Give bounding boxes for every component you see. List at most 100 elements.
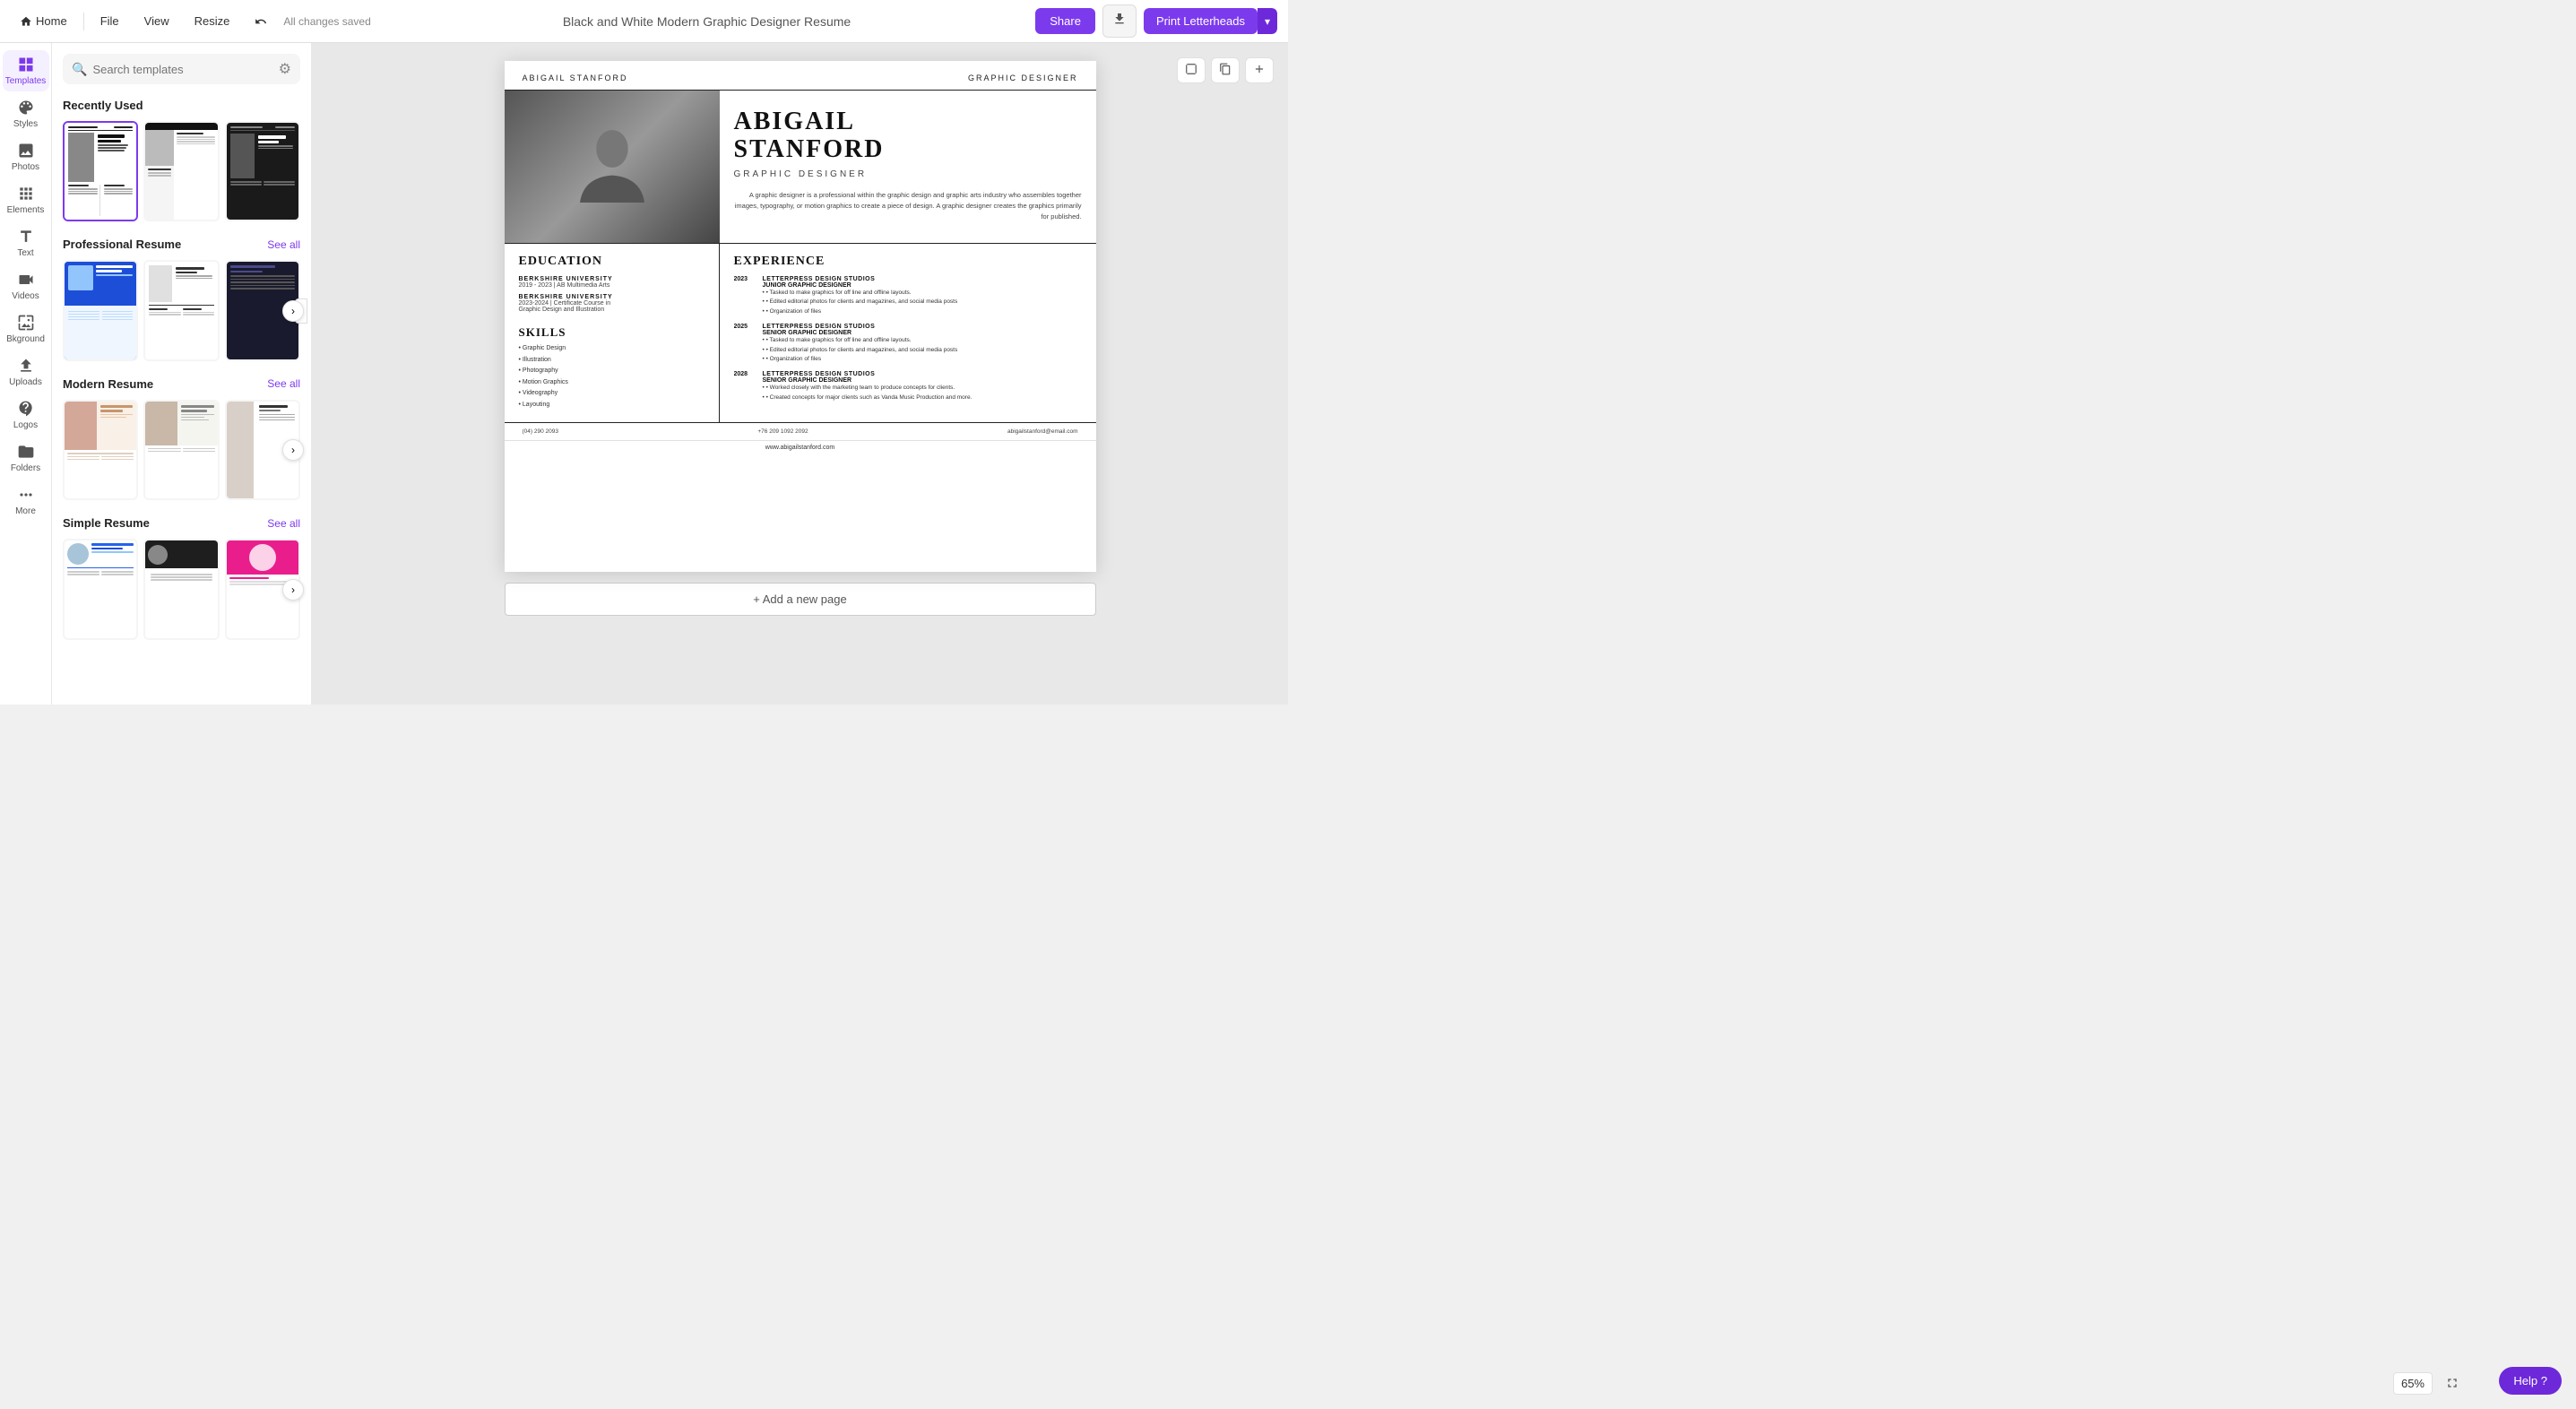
resume-name-section: ABIGAIL STANFORD GRAPHIC DESIGNER A grap…: [720, 91, 1096, 243]
uploads-icon: [17, 357, 35, 375]
undo-button[interactable]: [246, 11, 276, 32]
template-card-helene[interactable]: [63, 539, 138, 639]
sidebar-item-templates[interactable]: Templates: [3, 50, 49, 91]
modern-resume-see-all[interactable]: See all: [267, 377, 300, 390]
template-card-morgan[interactable]: [143, 539, 219, 639]
template-card-marlena[interactable]: [63, 400, 138, 500]
canvas-add-btn[interactable]: [1245, 57, 1274, 83]
add-icon: [1253, 63, 1266, 75]
home-button[interactable]: Home: [11, 10, 76, 32]
copy-icon: [1219, 63, 1232, 75]
print-button-group: Print Letterheads ▾: [1144, 8, 1277, 34]
resume-phone2: +76 209 1092 2092: [757, 428, 808, 435]
sidebar-item-styles[interactable]: Styles: [3, 93, 49, 134]
template-card-black-stanford[interactable]: [225, 121, 300, 221]
elements-icon: [17, 185, 35, 203]
template-card-chad[interactable]: [63, 260, 138, 360]
education-entry-1: BERKSHIRE UNIVERSITY 2019 - 2023 | AB Mu…: [519, 276, 705, 294]
search-icon: 🔍: [72, 62, 87, 77]
sidebar-label-text: Text: [17, 248, 33, 258]
sidebar-item-text[interactable]: Text: [3, 222, 49, 264]
resize-button[interactable]: Resize: [186, 10, 239, 32]
resume-big-name: ABIGAIL STANFORD: [734, 108, 1082, 164]
file-button[interactable]: File: [91, 10, 128, 32]
templates-panel: 🔍 ⚙ Recently Used: [52, 43, 312, 704]
filter-icon[interactable]: ⚙: [279, 60, 291, 78]
download-icon: [1112, 12, 1127, 26]
exp-entry-3: 2028 LETTERPRESS DESIGN STUDIOS SENIOR G…: [734, 371, 1082, 402]
modern-next-arrow[interactable]: ›: [282, 439, 304, 461]
skill-videography: Videography: [519, 388, 705, 400]
print-dropdown-button[interactable]: ▾: [1258, 8, 1277, 34]
sidebar-item-uploads[interactable]: Uploads: [3, 351, 49, 393]
modern-resume-title: Modern Resume: [63, 377, 153, 391]
template-card-corbin[interactable]: [143, 121, 219, 221]
resume-photo: [505, 91, 720, 243]
sidebar-label-styles: Styles: [13, 119, 38, 129]
download-button[interactable]: [1102, 4, 1137, 38]
simple-resume-see-all[interactable]: See all: [267, 517, 300, 530]
skill-graphic-design: Graphic Design: [519, 343, 705, 355]
add-page-button[interactable]: + Add a new page: [505, 583, 1096, 616]
sidebar-item-elements[interactable]: Elements: [3, 179, 49, 220]
sidebar-label-videos: Videos: [12, 291, 39, 301]
background-icon: [17, 314, 35, 332]
exp-content-2: LETTERPRESS DESIGN STUDIOS SENIOR GRAPHI…: [763, 324, 958, 364]
more-icon: [17, 486, 35, 504]
sidebar-item-background[interactable]: Bkground: [3, 308, 49, 350]
sidebar-item-folders[interactable]: Folders: [3, 437, 49, 479]
canvas-copy-btn[interactable]: [1211, 57, 1240, 83]
saved-status: All changes saved: [283, 15, 370, 28]
template-card-olivia[interactable]: [143, 400, 219, 500]
undo-icon: [255, 15, 267, 28]
resume-left-column: EDUCATION BERKSHIRE UNIVERSITY 2019 - 20…: [505, 244, 720, 422]
resume-footer: (04) 290 2093 +76 209 1092 2092 abigails…: [505, 422, 1096, 440]
exp-entry-1: 2023 LETTERPRESS DESIGN STUDIOS JUNIOR G…: [734, 276, 1082, 316]
sidebar-item-photos[interactable]: Photos: [3, 136, 49, 177]
template-card-abigail[interactable]: [63, 121, 138, 221]
resume-bio: A graphic designer is a professional wit…: [734, 190, 1082, 222]
sidebar-item-videos[interactable]: Videos: [3, 265, 49, 307]
resume-header-job-title: GRAPHIC DESIGNER: [968, 73, 1078, 82]
folders-icon: [17, 443, 35, 461]
sidebar-label-logos: Logos: [13, 420, 38, 430]
styles-icon: [17, 99, 35, 117]
sidebar-label-background: Bkground: [6, 334, 45, 344]
exp-content-3: LETTERPRESS DESIGN STUDIOS SENIOR GRAPHI…: [763, 371, 972, 402]
grid-icon: [17, 56, 35, 73]
sidebar-label-folders: Folders: [11, 463, 40, 473]
view-button[interactable]: View: [135, 10, 178, 32]
edu-year-2: 2023-2024 | Certificate Course in: [519, 300, 705, 307]
simple-resume-title: Simple Resume: [63, 516, 150, 530]
person-silhouette: [576, 124, 648, 210]
frame-icon: [1185, 63, 1197, 75]
simple-next-arrow[interactable]: ›: [282, 579, 304, 601]
top-navigation: Home File View Resize All changes saved …: [0, 0, 1288, 43]
search-input[interactable]: [92, 63, 272, 76]
resume-right-column: EXPERIENCE 2023 LETTERPRESS DESIGN STUDI…: [720, 244, 1096, 422]
skill-illustration: Illustration: [519, 355, 705, 367]
professional-next-arrow[interactable]: ›: [282, 300, 304, 322]
exp-year-3: 2028: [734, 371, 759, 402]
sidebar-label-elements: Elements: [7, 205, 45, 215]
home-label: Home: [36, 14, 67, 28]
modern-resume-header: Modern Resume See all: [63, 377, 300, 391]
sidebar-item-logos[interactable]: Logos: [3, 394, 49, 436]
share-button[interactable]: Share: [1035, 8, 1095, 34]
videos-icon: [17, 271, 35, 289]
professional-resume-see-all[interactable]: See all: [267, 238, 300, 251]
photos-icon: [17, 142, 35, 160]
template-card-prof2[interactable]: [143, 260, 219, 360]
edu-org-2: BERKSHIRE UNIVERSITY: [519, 294, 705, 300]
print-button[interactable]: Print Letterheads: [1144, 8, 1258, 34]
resume-page: ABIGAIL STANFORD GRAPHIC DESIGNER: [505, 61, 1096, 572]
resume-main-content: EDUCATION BERKSHIRE UNIVERSITY 2019 - 20…: [505, 243, 1096, 422]
home-icon: [20, 15, 32, 28]
exp-year-2: 2025: [734, 324, 759, 364]
canvas-frame-btn[interactable]: [1177, 57, 1206, 83]
sidebar-item-more[interactable]: More: [3, 480, 49, 522]
search-bar: 🔍 ⚙: [63, 54, 300, 84]
sidebar-label-uploads: Uploads: [9, 377, 42, 387]
experience-title: EXPERIENCE: [734, 255, 1082, 269]
edu-org-1: BERKSHIRE UNIVERSITY: [519, 276, 705, 282]
